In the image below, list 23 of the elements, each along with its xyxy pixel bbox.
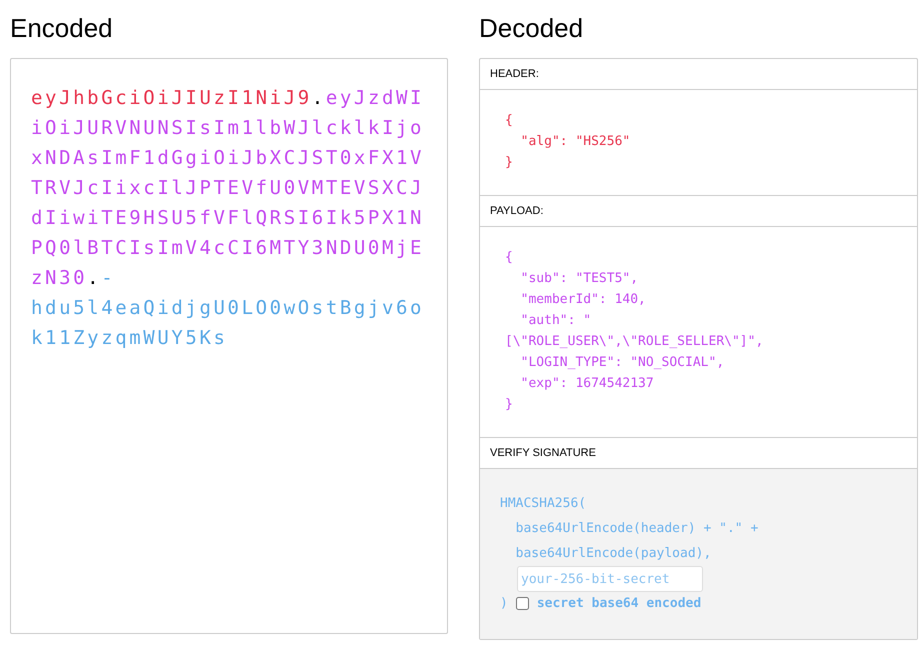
jwt-token-text: eyJhbGciOiJIUzI1NiJ9.eyJzdWIiOiJURVNUNSIsIm1lbWJlcklkIjoxNDAsImF1dGgiOiJbXCJST0xFX1VTRVJcIixcIlJPTEVfU0VMTEVSXCJdIiwiTE9HSU5fVFlQRSI6Ik5PX1NPQ0lBTCIsImV4cCI6MTY3NDU0MjEzN30.-hdu5l4eaQidjgU0LO0wOstBgjv6ok11ZyzqmWUY5Ks	[31, 86, 426, 351]
code-line: }	[505, 154, 514, 172]
code-line: }	[505, 396, 514, 414]
code-line: HMACSHA256(	[500, 495, 588, 513]
secret-input-field[interactable]: your-256-bit-secret	[517, 566, 703, 592]
code-line: "alg": "HS256"	[520, 133, 632, 151]
base64-checkbox[interactable]	[516, 597, 529, 610]
code-line: "auth": "	[520, 312, 592, 330]
code-line: "exp": 1674542137	[520, 375, 655, 393]
code-line: "sub": "TEST5",	[520, 270, 640, 288]
code-line: "memberId": 140,	[520, 291, 647, 309]
decoded-heading: Decoded	[479, 12, 584, 44]
code-line: "LOGIN_TYPE": "NO_SOCIAL",	[520, 354, 726, 372]
code-line: [\"ROLE_USER\",\"ROLE_SELLER\"]",	[505, 333, 764, 351]
encoded-heading: Encoded	[10, 12, 114, 44]
code-line: base64UrlEncode(header) + "." +	[514, 520, 760, 538]
section-label: VERIFY SIGNATURE	[480, 437, 917, 469]
section-label: PAYLOAD:	[480, 195, 917, 227]
closing-paren: )	[500, 596, 508, 611]
code-line: base64UrlEncode(payload),	[514, 545, 712, 563]
code-line: {	[505, 112, 514, 130]
code-line: {	[505, 249, 514, 267]
base64-checkbox-label[interactable]: secret base64 encoded	[536, 596, 702, 611]
